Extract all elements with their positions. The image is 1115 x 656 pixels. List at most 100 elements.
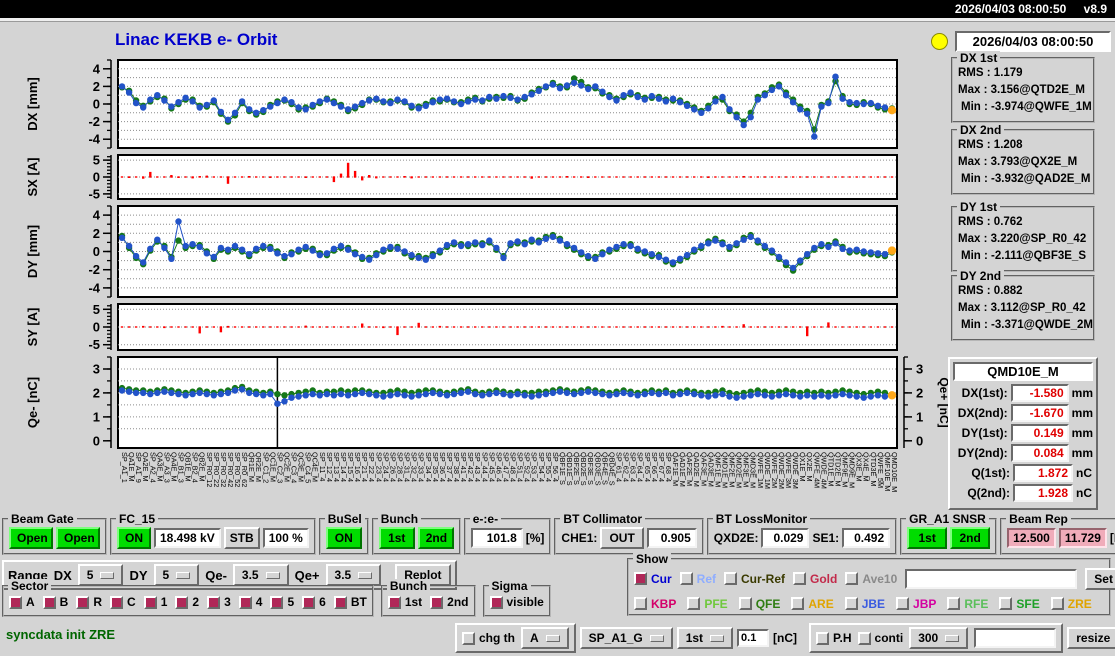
checkbox-indicator[interactable] (1050, 597, 1064, 610)
sector-checkbox-r[interactable]: R (76, 595, 102, 609)
checkbox-indicator[interactable] (845, 572, 859, 585)
svg-text:2: 2 (93, 226, 100, 241)
checkbox-indicator[interactable] (238, 595, 252, 609)
beam-gate-open-2-button[interactable]: Open (56, 527, 100, 549)
bunch-1st-button[interactable]: 1st (378, 527, 415, 549)
show-checkbox-zre[interactable]: ZRE (1050, 597, 1092, 611)
checkbox-indicator[interactable] (9, 595, 22, 609)
resize-button[interactable]: resize (1067, 627, 1115, 649)
checkbox-indicator[interactable] (143, 595, 157, 609)
gr-a1-1st-button[interactable]: 1st (907, 527, 948, 549)
checkbox-indicator[interactable] (76, 595, 90, 609)
checkbox-indicator[interactable] (738, 597, 752, 610)
checkbox-indicator[interactable] (896, 597, 910, 610)
checkbox-indicator[interactable] (387, 595, 401, 609)
show-checkbox-qfe[interactable]: QFE (738, 597, 780, 611)
sector-checkbox-3[interactable]: 3 (207, 595, 231, 609)
show-checkbox-sfe[interactable]: SFE (999, 597, 1040, 611)
bpm-select[interactable]: SP_A1_G (579, 627, 673, 649)
checkbox-indicator[interactable] (687, 597, 701, 610)
checkbox-indicator[interactable] (816, 631, 830, 645)
bpm-row-label: DX(2nd): (957, 406, 1008, 420)
threshold-sector-select[interactable]: A (521, 627, 569, 649)
checkbox-indicator[interactable] (634, 597, 647, 610)
checkbox-indicator[interactable] (793, 572, 807, 585)
svg-text:5: 5 (93, 302, 100, 317)
sigma-checkbox-visible[interactable]: visible (489, 595, 544, 609)
show-checkbox-ref[interactable]: Ref (679, 572, 716, 586)
bunch-2nd-button[interactable]: 2nd (417, 527, 454, 549)
ee-ratio-unit: [%] (525, 531, 545, 545)
che1-out-button[interactable]: OUT (600, 527, 644, 549)
fc15-stb-button[interactable]: STB (223, 527, 260, 549)
optionmenu-indicator (710, 634, 725, 642)
checkbox-indicator[interactable] (462, 631, 475, 645)
sector-checkbox-c[interactable]: C (110, 595, 136, 609)
sector-checkbox-4[interactable]: 4 (238, 595, 262, 609)
sector-checkbox-1[interactable]: 1 (143, 595, 167, 609)
sector-checkbox-2[interactable]: 2 (175, 595, 199, 609)
checkbox-indicator[interactable] (857, 631, 871, 645)
count-input[interactable] (974, 628, 1057, 648)
show-checkbox-rfe[interactable]: RFE (947, 597, 988, 611)
checkbox-indicator[interactable] (207, 595, 221, 609)
checkbox-indicator[interactable] (724, 572, 738, 585)
bpm-name: QMD10E_M (953, 362, 1093, 381)
range-qem-select[interactable]: 3.5 (232, 564, 289, 586)
bunch-checkbox-1st[interactable]: 1st (387, 595, 422, 609)
checkbox-indicator[interactable] (110, 595, 124, 609)
busel-on-button[interactable]: ON (325, 527, 362, 549)
show-checkbox-ave10[interactable]: Ave10 (845, 572, 897, 586)
ref-name-input[interactable] (905, 568, 1078, 589)
range-dy-select[interactable]: 5 (153, 564, 200, 586)
bpm-row-unit: nC (1076, 466, 1092, 480)
svg-text:Qe- [nC]: Qe- [nC] (25, 377, 40, 428)
checkbox-indicator[interactable] (430, 595, 444, 609)
gr-a1-snsr-group: GR_A1 SNSR 1st 2nd (900, 512, 998, 555)
sector-checkbox-a[interactable]: A (9, 595, 35, 609)
bunch-number-select[interactable]: 1st (676, 627, 734, 649)
show-checkbox-cur-ref[interactable]: Cur-Ref (724, 572, 785, 586)
checkbox-indicator[interactable] (634, 572, 647, 585)
sector-checkbox-b[interactable]: B (42, 595, 68, 609)
ee-ratio-group: e-:e- 101.8 [%] (463, 512, 552, 555)
checkbox-indicator[interactable] (679, 572, 693, 585)
points-select[interactable]: 300 (909, 627, 969, 649)
checkbox-indicator[interactable] (270, 595, 284, 609)
bunch-checkbox-2nd[interactable]: 2nd (430, 595, 469, 609)
ph-checkbox[interactable]: P.H (816, 631, 852, 645)
show-checkbox-are[interactable]: ARE (791, 597, 834, 611)
checkbox-indicator[interactable] (175, 595, 189, 609)
conti-checkbox[interactable]: conti (857, 631, 903, 645)
range-qep-select[interactable]: 3.5 (325, 564, 382, 586)
checkbox-indicator[interactable] (42, 595, 56, 609)
checkbox-indicator[interactable] (302, 595, 316, 609)
stats-group-title: DX 2nd (957, 123, 1005, 137)
gr-a1-2nd-button[interactable]: 2nd (950, 527, 991, 549)
fc15-on-button[interactable]: ON (117, 527, 151, 549)
show-checkbox-kbp[interactable]: KBP (634, 597, 676, 611)
show-checkbox-pfe[interactable]: PFE (687, 597, 728, 611)
show-checkbox-gold[interactable]: Gold (793, 572, 837, 586)
chg-th-checkbox[interactable]: chg th (462, 631, 515, 645)
checkbox-indicator[interactable] (999, 597, 1013, 610)
checkbox-indicator[interactable] (947, 597, 961, 610)
show-checkbox-cur[interactable]: Cur (634, 572, 672, 586)
charge-threshold-input[interactable] (737, 629, 770, 647)
show-checkbox-jbp[interactable]: JBP (896, 597, 936, 611)
range-dx-select[interactable]: 5 (77, 564, 124, 586)
checkbox-indicator[interactable] (791, 597, 805, 610)
show-checkbox-jbe[interactable]: JBE (844, 597, 885, 611)
checkbox-indicator[interactable] (844, 597, 858, 610)
min-line: Min : -3.974@QWFE_1M (961, 101, 1092, 113)
beam-gate-open-1-button[interactable]: Open (9, 527, 53, 549)
bt-lossmonitor-group: BT LossMonitor QXD2E: 0.029 SE1: 0.492 (706, 512, 898, 555)
set-ref-button[interactable]: Set Ref (1085, 567, 1115, 590)
sector-checkbox-6[interactable]: 6 (302, 595, 326, 609)
sector-checkbox-bt[interactable]: BT (333, 595, 367, 609)
sector-checkbox-5[interactable]: 5 (270, 595, 294, 609)
checkbox-indicator[interactable] (333, 595, 347, 609)
min-line: Min : -3.932@QAD2E_M (961, 173, 1091, 185)
checkbox-indicator[interactable] (489, 595, 503, 609)
checkbox-label: Gold (810, 571, 838, 586)
